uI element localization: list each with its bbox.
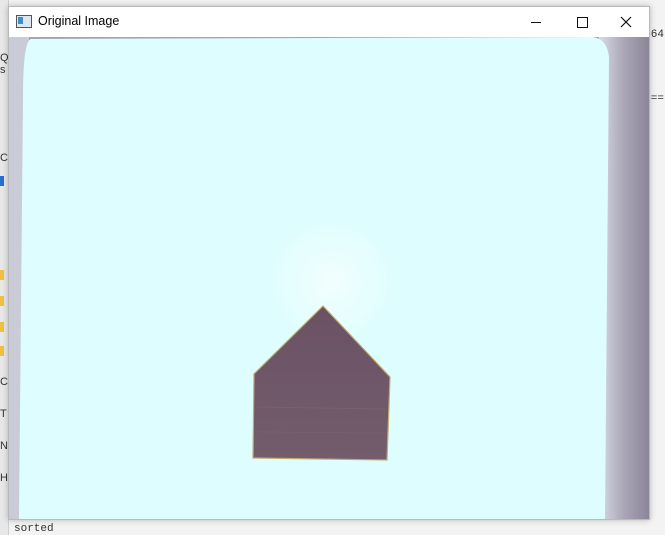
- background-glyph: Q: [0, 52, 8, 64]
- background-console-text: sorted: [14, 523, 54, 535]
- background-folder-icon: [0, 270, 4, 280]
- background-folder-icon: [0, 322, 4, 332]
- background-folder-icon: [0, 296, 4, 306]
- background-glyph: s: [0, 64, 6, 76]
- desktop: Q s C C T N H 64 == sorted Original Imag…: [0, 0, 665, 535]
- close-button[interactable]: [603, 7, 649, 37]
- background-console-text: ==: [650, 93, 664, 105]
- close-icon: [620, 16, 632, 28]
- background-glyph: H: [0, 472, 8, 484]
- maximize-icon: [576, 16, 588, 28]
- image-window: Original Image: [8, 6, 650, 520]
- background-glyph: N: [0, 440, 8, 452]
- background-glyph: T: [0, 408, 7, 420]
- image-canvas: [9, 37, 649, 519]
- title-bar[interactable]: Original Image: [9, 7, 649, 37]
- background-glyph: C: [0, 152, 8, 164]
- background-tool-icon: [0, 176, 4, 186]
- minimize-icon: [531, 21, 541, 23]
- background-glyph: C: [0, 376, 8, 388]
- app-window-icon: [16, 15, 32, 28]
- window-title: Original Image: [38, 14, 120, 28]
- minimize-button[interactable]: [513, 7, 559, 37]
- background-console-text: 64: [650, 29, 664, 41]
- captured-image: [9, 37, 649, 519]
- background-folder-icon: [0, 346, 4, 356]
- maximize-button[interactable]: [559, 7, 605, 37]
